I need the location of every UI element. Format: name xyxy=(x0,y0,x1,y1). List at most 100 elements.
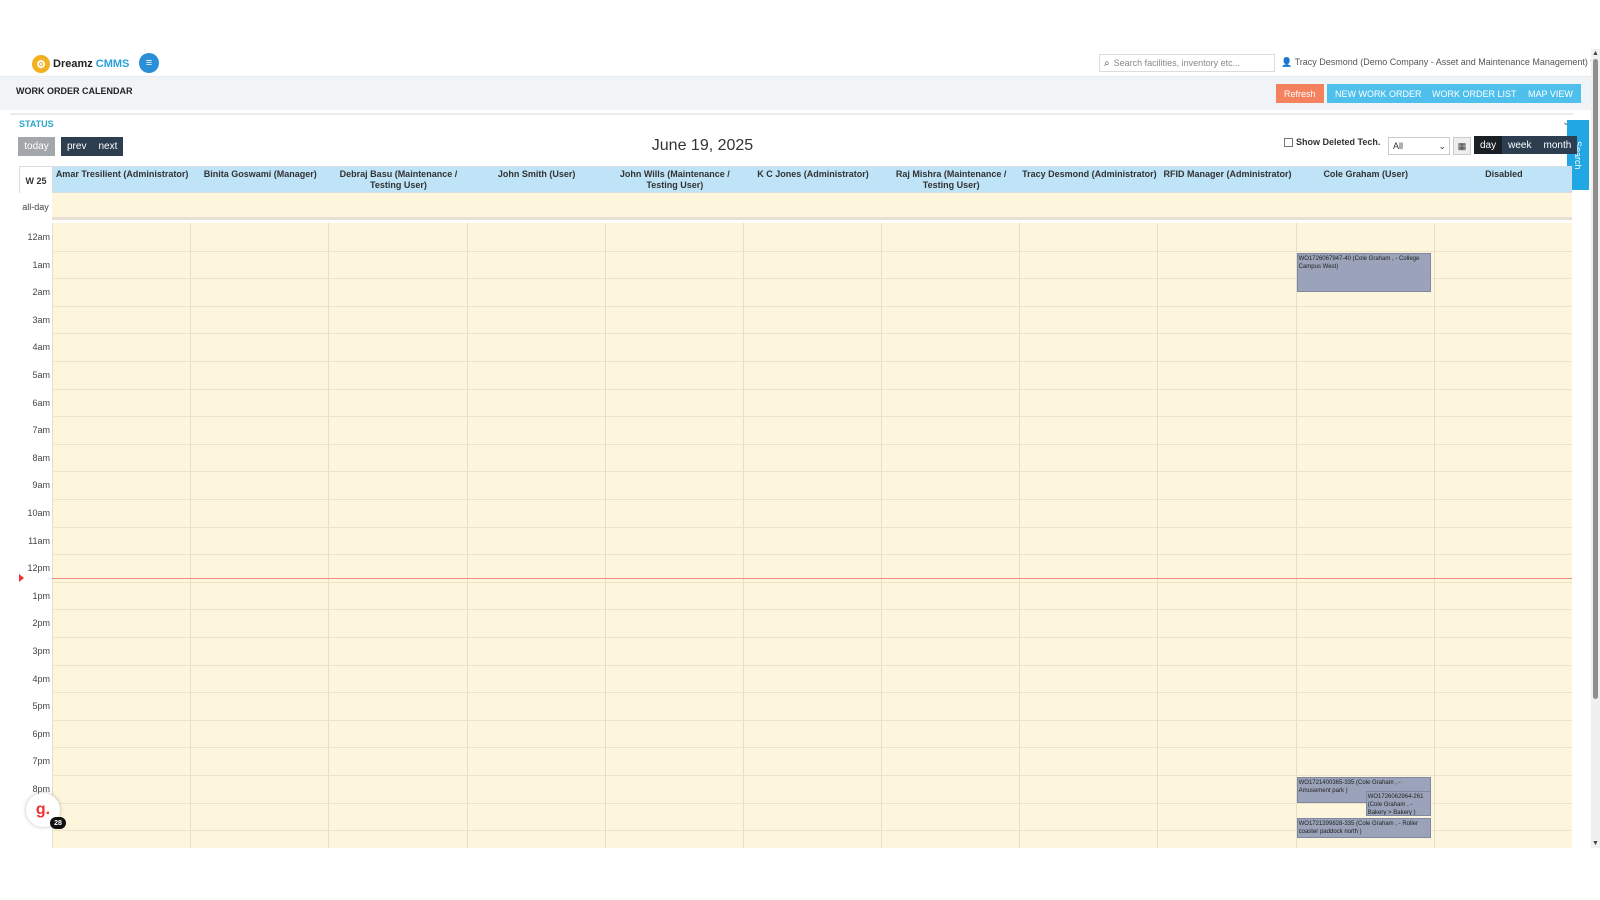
scroll-up-icon[interactable]: ▲ xyxy=(1592,50,1599,57)
time-label: 3pm xyxy=(32,646,50,656)
hour-divider xyxy=(52,554,1572,556)
time-label: 6am xyxy=(32,397,50,408)
work-order-event[interactable]: WO1726067947-40 (Cole Graham , - College… xyxy=(1296,252,1431,292)
time-axis: 12am 1am 2am 3am 4am 5am 6am 7am 8am 9am 10am 11am 1… xyxy=(19,223,52,848)
hour-divider xyxy=(52,609,1572,611)
logo-text-dreamz: Dreamz xyxy=(53,58,93,70)
chevron-down-icon: ⌄ xyxy=(1438,140,1446,151)
hour-divider xyxy=(52,747,1572,749)
column-divider xyxy=(1433,223,1435,848)
refresh-button[interactable]: Refresh xyxy=(1276,84,1324,103)
resource-header: RFID Manager (Administrator) xyxy=(1163,169,1292,179)
time-label: 7am xyxy=(32,425,50,436)
app-window: ⚙ Dreamz CMMS ≡ ⌕ Search facilities, inve… xyxy=(0,0,1600,900)
user-menu[interactable]: 👤 Tracy Desmond (Demo Company - Asset an… xyxy=(1281,57,1595,68)
time-label: 8am xyxy=(32,452,50,463)
column-divider xyxy=(466,223,468,848)
hour-divider xyxy=(52,802,1572,804)
now-indicator-arrow xyxy=(19,573,24,582)
time-label: 7pm xyxy=(32,756,50,767)
hour-divider xyxy=(52,499,1572,500)
column-divider xyxy=(742,223,744,848)
work-order-event[interactable]: WO1726062964-261 (Cole Graham , - Bakery… xyxy=(1365,790,1431,817)
week-number: W 25 xyxy=(20,167,53,194)
time-label: 12am xyxy=(27,232,50,242)
time-label: 4pm xyxy=(32,673,50,684)
g-logo-icon: g. xyxy=(35,801,51,818)
calendar-icon[interactable]: ▦ xyxy=(1453,137,1471,155)
all-day-label: all-day xyxy=(19,193,52,220)
page-title: WORK ORDER CALENDAR xyxy=(16,86,133,96)
time-label: 4am xyxy=(32,342,50,353)
hour-divider xyxy=(52,443,1572,445)
all-day-row[interactable]: all-day xyxy=(19,193,1572,220)
time-label: 5am xyxy=(32,370,50,380)
scrollbar-thumb[interactable] xyxy=(1593,59,1598,699)
column-divider xyxy=(1157,223,1159,848)
hour-divider xyxy=(52,581,1572,583)
scroll-down-icon[interactable]: ▼ xyxy=(1592,840,1599,847)
work-order-list-button[interactable]: WORK ORDER LIST xyxy=(1424,84,1525,103)
resource-header: John Smith (User) xyxy=(497,169,576,179)
hour-divider xyxy=(52,664,1572,666)
resource-header: Debraj Basu (Maintenance / Testing User) xyxy=(339,169,458,190)
hour-divider xyxy=(52,305,1572,307)
brand-logo[interactable]: ⚙ Dreamz CMMS xyxy=(32,54,129,74)
resource-header: Disabled xyxy=(1485,169,1523,179)
hour-divider xyxy=(52,471,1572,473)
time-label: 11am xyxy=(28,535,50,546)
map-view-button[interactable]: MAP VIEW xyxy=(1520,84,1581,103)
hour-divider xyxy=(52,775,1572,776)
gear-logo-icon: ⚙ xyxy=(32,55,50,73)
status-label[interactable]: STATUS xyxy=(19,119,54,129)
time-label: 10am xyxy=(27,508,50,518)
time-label: 3am xyxy=(32,314,50,325)
hour-divider xyxy=(52,416,1572,418)
time-label: 6pm xyxy=(32,728,50,739)
filter-select[interactable]: All ⌄ xyxy=(1388,137,1450,155)
search-icon: ⌕ xyxy=(1104,57,1110,69)
next-button[interactable]: next xyxy=(92,137,123,156)
hour-divider xyxy=(52,388,1572,390)
work-order-event[interactable]: WO1721399828-335 (Cole Graham , - Roller… xyxy=(1296,818,1431,839)
column-divider xyxy=(328,223,330,848)
time-label: 1pm xyxy=(32,590,50,601)
prev-button[interactable]: prev xyxy=(61,137,92,156)
column-divider xyxy=(881,223,883,848)
resource-header: Raj Mishra (Maintenance / Testing User) xyxy=(895,169,1007,190)
column-divider xyxy=(52,223,53,848)
resource-header: Amar Tresilient (Administrator) xyxy=(55,169,189,179)
resource-header: John Wills (Maintenance / Testing User) xyxy=(619,169,730,190)
time-label: 12pm xyxy=(27,563,50,574)
now-indicator-line xyxy=(52,577,1572,579)
time-grid[interactable]: 12am 1am 2am 3am 4am 5am 6am 7am 8am 9am 10am 11am 1… xyxy=(19,223,1572,848)
hour-divider xyxy=(52,250,1572,252)
user-icon: 👤 xyxy=(1281,57,1293,67)
resource-header: Cole Graham (User) xyxy=(1323,169,1408,179)
resource-header-row: W 25 Amar Tresilient (Administrator) Bini… xyxy=(19,166,1572,194)
column-divider xyxy=(604,223,606,848)
prev-next-group: prev next xyxy=(61,137,124,156)
resource-header: Binita Goswami (Manager) xyxy=(203,169,317,179)
hour-divider xyxy=(52,692,1572,694)
show-deleted-toggle[interactable]: Show Deleted Tech. xyxy=(1284,137,1380,147)
resource-header: K C Jones (Administrator) xyxy=(757,169,869,179)
new-work-order-button[interactable]: NEW WORK ORDER xyxy=(1327,84,1430,103)
view-day-button[interactable]: day xyxy=(1474,136,1503,154)
resource-day-calendar: W 25 Amar Tresilient (Administrator) Bini… xyxy=(19,166,1572,848)
view-month-button[interactable]: month xyxy=(1537,136,1577,154)
search-placeholder: Search facilities, inventory etc... xyxy=(1113,58,1241,68)
hamburger-menu-icon[interactable]: ≡ xyxy=(139,53,159,73)
today-button[interactable]: today xyxy=(18,137,55,156)
show-deleted-checkbox[interactable] xyxy=(1284,137,1293,147)
calendar-date-title: June 19, 2025 xyxy=(651,137,754,154)
filter-value: All xyxy=(1393,141,1404,151)
column-divider xyxy=(190,223,192,848)
column-divider xyxy=(1295,223,1297,848)
global-search-input[interactable]: ⌕ Search facilities, inventory etc... xyxy=(1099,54,1275,72)
time-label: 5pm xyxy=(32,701,50,712)
time-label: 2pm xyxy=(32,618,50,629)
notification-widget[interactable]: g. 28 xyxy=(26,793,66,829)
view-week-button[interactable]: week xyxy=(1502,136,1537,154)
page-scrollbar[interactable]: ▲ ▼ xyxy=(1591,49,1600,848)
